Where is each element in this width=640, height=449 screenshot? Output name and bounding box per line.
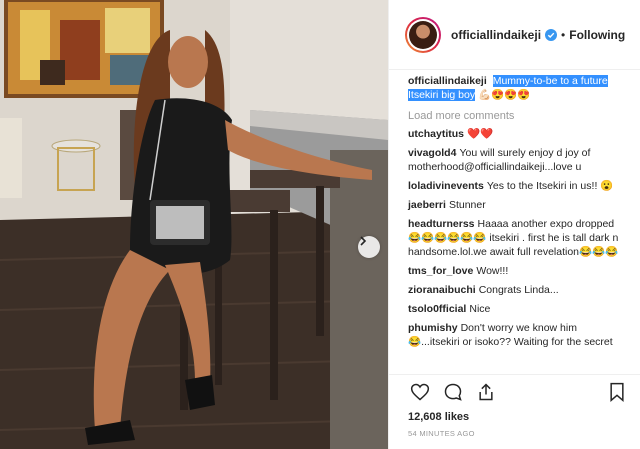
comment-username[interactable]: headturnerss [408, 218, 475, 230]
post-timestamp[interactable]: 54 MINUTES AGO [408, 429, 629, 438]
list-item: headturnerss Haaaa another expo dropped 😂… [408, 217, 629, 259]
verified-badge-icon [545, 28, 558, 41]
comment-icon [444, 383, 462, 401]
comment-text: Stunner [448, 199, 486, 211]
list-item: utchaytitus ❤️❤️ [408, 127, 629, 141]
instagram-post: officiallindaikeji • Following officiall… [0, 0, 640, 449]
list-item: tsolo0fficial Nice [408, 302, 629, 316]
post-footer: 12,608 likes 54 MINUTES AGO [389, 374, 640, 449]
list-item: zioranaibuchi Congrats Linda... [408, 283, 629, 297]
avatar[interactable] [405, 16, 441, 53]
list-item: phumishy Don't worry we know him 😂...itse… [408, 321, 629, 349]
comments-list: officiallindaikeji Mummy-to-be to a futu… [389, 72, 640, 374]
comment-username[interactable]: loladivinevents [408, 180, 484, 192]
comment-text: ❤️❤️ [467, 128, 494, 140]
chevron-right-icon [360, 236, 367, 246]
caption-emojis: 💪🏻😍😍😍 [478, 89, 531, 101]
comment-text: Yes to the Itsekiri in us!! 😮 [486, 180, 614, 192]
comment-text: Wow!!! [476, 265, 509, 277]
save-button[interactable] [605, 380, 629, 404]
comment-username[interactable]: phumishy [408, 322, 458, 334]
bookmark-icon [610, 382, 624, 402]
header-username[interactable]: officiallindaikeji [451, 28, 541, 42]
heart-icon [410, 383, 430, 401]
share-icon [479, 383, 493, 401]
comment-text: Nice [469, 303, 491, 315]
list-item: loladivinevents Yes to the Itsekiri in us… [408, 179, 629, 193]
header-separator: • [561, 27, 566, 42]
comment-text: Congrats Linda... [478, 284, 559, 296]
comment-username[interactable]: utchaytitus [408, 128, 464, 140]
post-side-panel: officiallindaikeji • Following officiall… [388, 0, 640, 449]
list-item: tms_for_love Wow!!! [408, 264, 629, 278]
like-button[interactable] [408, 380, 432, 404]
comment-username[interactable]: zioranaibuchi [408, 284, 476, 296]
post-photo[interactable] [0, 0, 388, 449]
load-more-comments-link[interactable]: Load more comments [408, 110, 629, 122]
list-item: vivagold4 You will surely enjoy d joy of … [408, 146, 629, 174]
comment-button[interactable] [441, 380, 465, 404]
comment-username[interactable]: vivagold4 [408, 147, 456, 159]
next-photo-button[interactable] [358, 236, 380, 258]
photo-illustration [0, 0, 388, 449]
comment-username[interactable]: jaeberri [408, 199, 446, 211]
following-button[interactable]: Following [569, 28, 625, 42]
comment-username[interactable]: tsolo0fficial [408, 303, 466, 315]
action-bar [408, 375, 629, 409]
list-item: jaeberri Stunner [408, 198, 629, 212]
post-caption: officiallindaikeji Mummy-to-be to a futu… [408, 74, 629, 102]
share-button[interactable] [474, 380, 498, 404]
caption-username[interactable]: officiallindaikeji [408, 75, 487, 87]
comment-username[interactable]: tms_for_love [408, 265, 473, 277]
post-header: officiallindaikeji • Following [389, 0, 640, 70]
likes-count[interactable]: 12,608 likes [408, 411, 629, 423]
